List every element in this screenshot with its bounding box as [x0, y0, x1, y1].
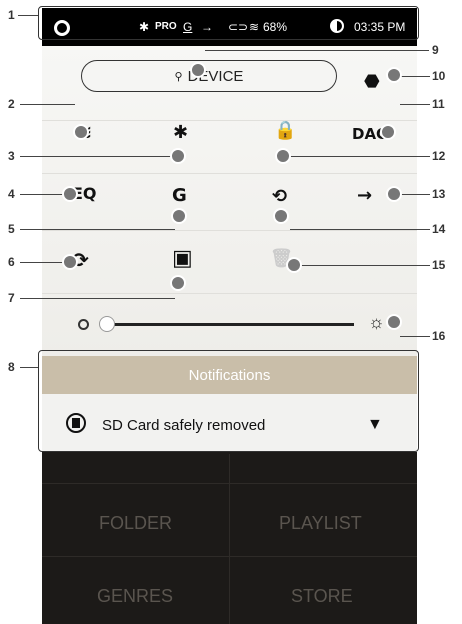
callout-leader: [18, 15, 38, 16]
divider: [42, 230, 417, 231]
brightness-slider[interactable]: [100, 323, 354, 326]
callout-leader: [20, 262, 65, 263]
menu-playlist[interactable]: PLAYLIST: [279, 513, 362, 534]
callout-label: 9: [432, 43, 439, 57]
divider: [42, 173, 417, 174]
callout-dot: [286, 257, 302, 273]
callout-dot: [386, 67, 402, 83]
callout-dot: [62, 186, 78, 202]
callout-leader: [20, 229, 175, 230]
menu-grid-divider: [229, 454, 230, 624]
callout-dot: [386, 186, 402, 202]
callout-label: 2: [8, 97, 15, 111]
callout-label: 3: [8, 149, 15, 163]
play-next-icon[interactable]: →: [357, 185, 372, 206]
bluetooth-icon[interactable]: ✱: [173, 122, 188, 143]
callout-leader: [290, 229, 430, 230]
callout-dot: [171, 208, 187, 224]
callout-label: 7: [8, 291, 15, 305]
callout-leader: [400, 336, 430, 337]
callout-leader: [20, 156, 172, 157]
menu-grid-divider: [42, 556, 417, 557]
callout-label: 4: [8, 187, 15, 201]
device-screen: ✱ PRO G → ⊂⊃ ≋ 68% 03:35 PM ⚲ DEVICE ⬣ ≋…: [42, 8, 417, 624]
status-bar-bracket: [38, 6, 419, 40]
gapless-icon[interactable]: G: [172, 185, 187, 206]
divider: [42, 293, 417, 294]
callout-dot: [170, 275, 186, 291]
callout-label: 13: [432, 187, 446, 201]
callout-dot: [170, 148, 186, 164]
device-button[interactable]: ⚲ DEVICE: [81, 60, 337, 92]
callout-label: 5: [8, 222, 15, 236]
callout-label: 11: [432, 97, 445, 111]
menu-store[interactable]: STORE: [291, 586, 353, 607]
callout-leader: [400, 104, 430, 105]
callout-leader: [20, 367, 38, 368]
callout-leader: [20, 298, 175, 299]
divider: [42, 120, 417, 121]
callout-leader: [290, 156, 430, 157]
callout-leader: [400, 76, 430, 77]
lock-icon[interactable]: 🔒: [274, 120, 296, 141]
notifications-bracket: [38, 350, 419, 452]
callout-label: 14: [432, 222, 446, 236]
callout-dot: [62, 254, 78, 270]
menu-genres[interactable]: GENRES: [97, 586, 173, 607]
callout-leader: [20, 194, 65, 195]
menu-grid-divider: [42, 483, 417, 484]
callout-leader: [205, 50, 429, 51]
brightness-low-icon: [78, 319, 89, 330]
callout-dot: [386, 314, 402, 330]
callout-label: 6: [8, 255, 15, 269]
callout-label: 8: [8, 360, 15, 374]
settings-icon[interactable]: ⬣: [364, 71, 380, 92]
callout-label: 10: [432, 69, 446, 83]
callout-dot: [73, 124, 89, 140]
callout-dot: [275, 148, 291, 164]
menu-folder[interactable]: FOLDER: [99, 513, 172, 534]
callout-dot: [273, 208, 289, 224]
callout-dot: [190, 62, 206, 78]
callout-leader: [20, 104, 75, 105]
repeat-icon[interactable]: ⟲: [272, 186, 287, 207]
callout-dot: [380, 124, 396, 140]
search-icon: ⚲: [174, 70, 183, 83]
callout-label: 1: [8, 8, 15, 22]
callout-label: 12: [432, 149, 446, 163]
brightness-slider-handle[interactable]: [99, 316, 115, 332]
callout-label: 15: [432, 258, 446, 272]
callout-leader: [400, 194, 430, 195]
callout-leader: [300, 265, 430, 266]
speaker-icon[interactable]: ▣: [172, 246, 193, 271]
callout-label: 16: [432, 329, 446, 343]
brightness-high-icon: ☼: [368, 312, 385, 332]
